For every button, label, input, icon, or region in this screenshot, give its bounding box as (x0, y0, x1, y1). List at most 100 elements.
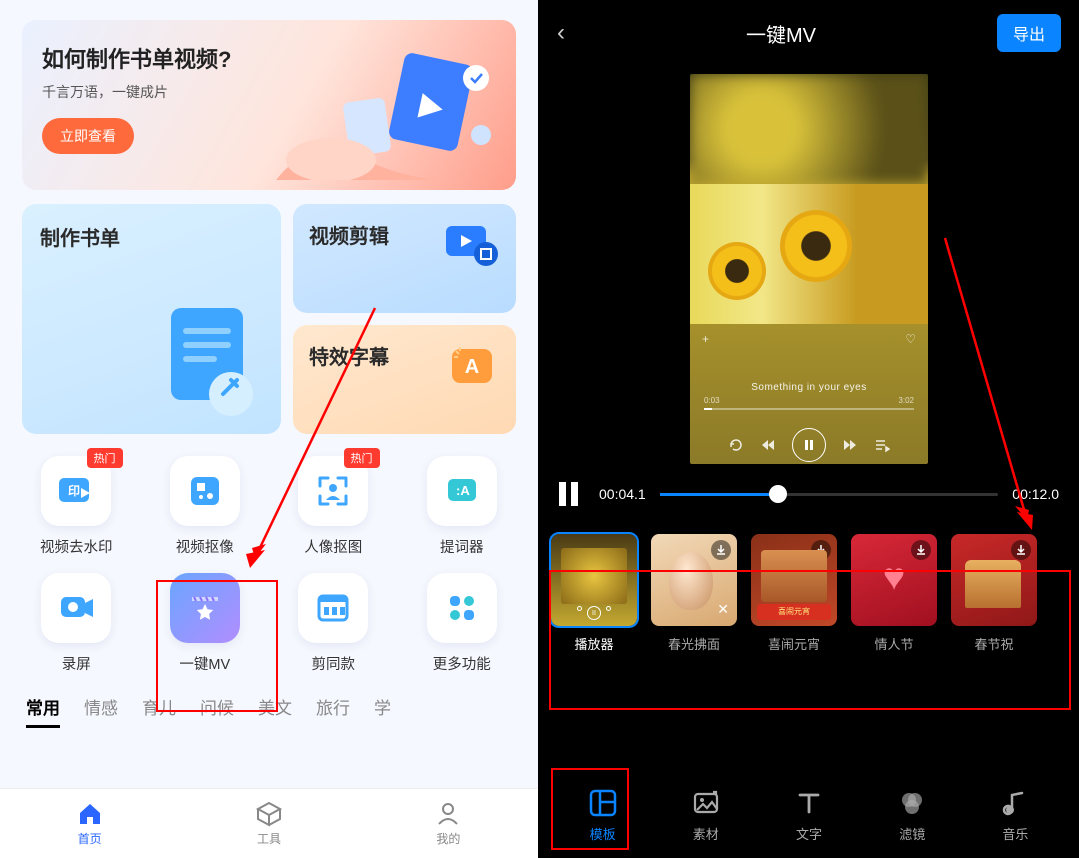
hot-badge: 热门 (344, 448, 380, 468)
tab-label: 模板 (590, 824, 616, 843)
preview-controls (690, 428, 928, 462)
timeline-track[interactable] (660, 493, 999, 496)
image-icon (691, 788, 721, 818)
tab-text[interactable]: 文字 (757, 778, 860, 858)
template-lantern[interactable]: 喜闹元宵 喜闹元宵 (751, 534, 837, 653)
sunflower-icon (708, 242, 766, 300)
editor-bottom-tabs: 模板 素材 文字 滤镜 音乐 (539, 768, 1079, 858)
template-valentine[interactable]: ♥ 情人节 (851, 534, 937, 653)
template-strip: II 播放器 ✕ 春光拂面 喜闹元宵 喜闹元宵 (539, 516, 1079, 661)
card-effects-subtitle[interactable]: 特效字幕 A (293, 325, 516, 434)
tab-common[interactable]: 常用 (26, 694, 60, 728)
home-icon (76, 800, 104, 828)
film-icon (312, 587, 354, 629)
timeline-knob[interactable] (769, 485, 787, 503)
tab-travel[interactable]: 旅行 (316, 694, 350, 728)
hot-badge: 热门 (87, 448, 123, 468)
rewind-icon[interactable] (760, 437, 776, 453)
svg-text:印: 印 (68, 484, 80, 498)
add-icon[interactable]: + (702, 332, 709, 346)
category-tabs: 常用 情感 育儿 问候 美文 旅行 学 (0, 680, 538, 728)
tab-label: 文字 (796, 824, 822, 843)
more-icon (441, 587, 483, 629)
tool-one-click-mv[interactable]: 一键MV (141, 563, 270, 680)
nav-label: 首页 (78, 830, 102, 847)
editor-header: ‹ 一键MV 导出 (539, 0, 1079, 66)
hero-banner[interactable]: 如何制作书单视频? 千言万语，一键成片 立即查看 (22, 20, 516, 190)
playlist-icon[interactable] (874, 437, 890, 453)
tool-label: 一键MV (179, 653, 230, 674)
preview-blur-bg (690, 74, 928, 184)
tab-music[interactable]: 音乐 (964, 778, 1067, 858)
nav-label: 工具 (257, 830, 281, 847)
tool-label: 视频抠像 (176, 536, 234, 557)
right-screen-editor: ‹ 一键MV 导出 + ♡ Something in your eyes 0:0… (539, 0, 1079, 858)
time-current: 00:04.1 (599, 486, 646, 502)
watermark-icon: 印 (55, 470, 97, 512)
document-icon (153, 300, 263, 420)
tool-label: 视频去水印 (40, 536, 113, 557)
tab-material[interactable]: 素材 (654, 778, 757, 858)
video-cutout-icon (184, 470, 226, 512)
video-edit-icon (442, 220, 500, 268)
tool-cut-same[interactable]: 剪同款 (269, 563, 398, 680)
filter-icon (897, 788, 927, 818)
tool-video-cutout[interactable]: 视频抠像 (141, 446, 270, 563)
tab-study[interactable]: 学 (374, 694, 391, 728)
preview-progress-bar[interactable] (704, 408, 914, 410)
text-icon (794, 788, 824, 818)
time-total: 00:12.0 (1012, 486, 1059, 502)
template-label: 播放器 (551, 634, 637, 653)
svg-text::A: :A (456, 483, 470, 498)
tab-label: 素材 (693, 824, 719, 843)
tab-emotion[interactable]: 情感 (84, 694, 118, 728)
loop-icon[interactable] (728, 437, 744, 453)
play-pause-button[interactable] (792, 428, 826, 462)
banner-cta-button[interactable]: 立即查看 (42, 118, 134, 154)
tab-parenting[interactable]: 育儿 (142, 694, 176, 728)
export-button[interactable]: 导出 (997, 14, 1061, 52)
nav-label: 我的 (436, 830, 460, 847)
card-title: 视频剪辑 (309, 220, 389, 249)
sunflower-icon (780, 210, 852, 282)
lyric-text: Something in your eyes (690, 382, 928, 393)
heart-icon[interactable]: ♡ (905, 332, 916, 346)
tool-remove-watermark[interactable]: 热门 印 视频去水印 (12, 446, 141, 563)
tool-more[interactable]: 更多功能 (398, 563, 527, 680)
bottom-nav: 首页 工具 我的 (0, 788, 538, 858)
template-spring[interactable]: ✕ 春光拂面 (651, 534, 737, 653)
tool-portrait-cutout[interactable]: 热门 人像抠图 (269, 446, 398, 563)
forward-icon[interactable] (842, 437, 858, 453)
preview-duration: 3:02 (898, 396, 914, 405)
tool-grid: 热门 印 视频去水印 视频抠像 热门 人像抠图 :A 提词器 录屏 一键MV 剪 (12, 446, 526, 680)
template-icon (588, 788, 618, 818)
tab-greeting[interactable]: 问候 (200, 694, 234, 728)
card-make-booklist[interactable]: 制作书单 (22, 204, 281, 434)
tab-template[interactable]: 模板 (551, 778, 654, 858)
tool-label: 提词器 (440, 536, 484, 557)
tool-screen-record[interactable]: 录屏 (12, 563, 141, 680)
back-button[interactable]: ‹ (557, 19, 565, 47)
tool-teleprompter[interactable]: :A 提词器 (398, 446, 527, 563)
card-title: 制作书单 (40, 222, 263, 251)
editor-title: 一键MV (746, 19, 816, 48)
template-label: 春节祝 (951, 634, 1037, 653)
mv-icon (184, 587, 226, 629)
video-preview[interactable]: + ♡ Something in your eyes 0:03 3:02 (690, 74, 928, 464)
timeline-pause-button[interactable] (559, 482, 585, 506)
svg-text:A: A (465, 356, 479, 378)
tool-label: 人像抠图 (304, 536, 362, 557)
template-newyear[interactable]: 春节祝 (951, 534, 1037, 653)
text-effect-icon: A (442, 341, 500, 389)
tab-filter[interactable]: 滤镜 (861, 778, 964, 858)
card-video-edit[interactable]: 视频剪辑 (293, 204, 516, 313)
nav-home[interactable]: 首页 (0, 789, 179, 858)
download-icon (911, 540, 931, 560)
tab-label: 音乐 (1002, 824, 1028, 843)
preview-elapsed: 0:03 (704, 396, 720, 405)
nav-tools[interactable]: 工具 (179, 789, 358, 858)
template-player[interactable]: II 播放器 (551, 534, 637, 653)
tab-prose[interactable]: 美文 (258, 694, 292, 728)
nav-mine[interactable]: 我的 (359, 789, 538, 858)
tool-label: 剪同款 (312, 653, 356, 674)
